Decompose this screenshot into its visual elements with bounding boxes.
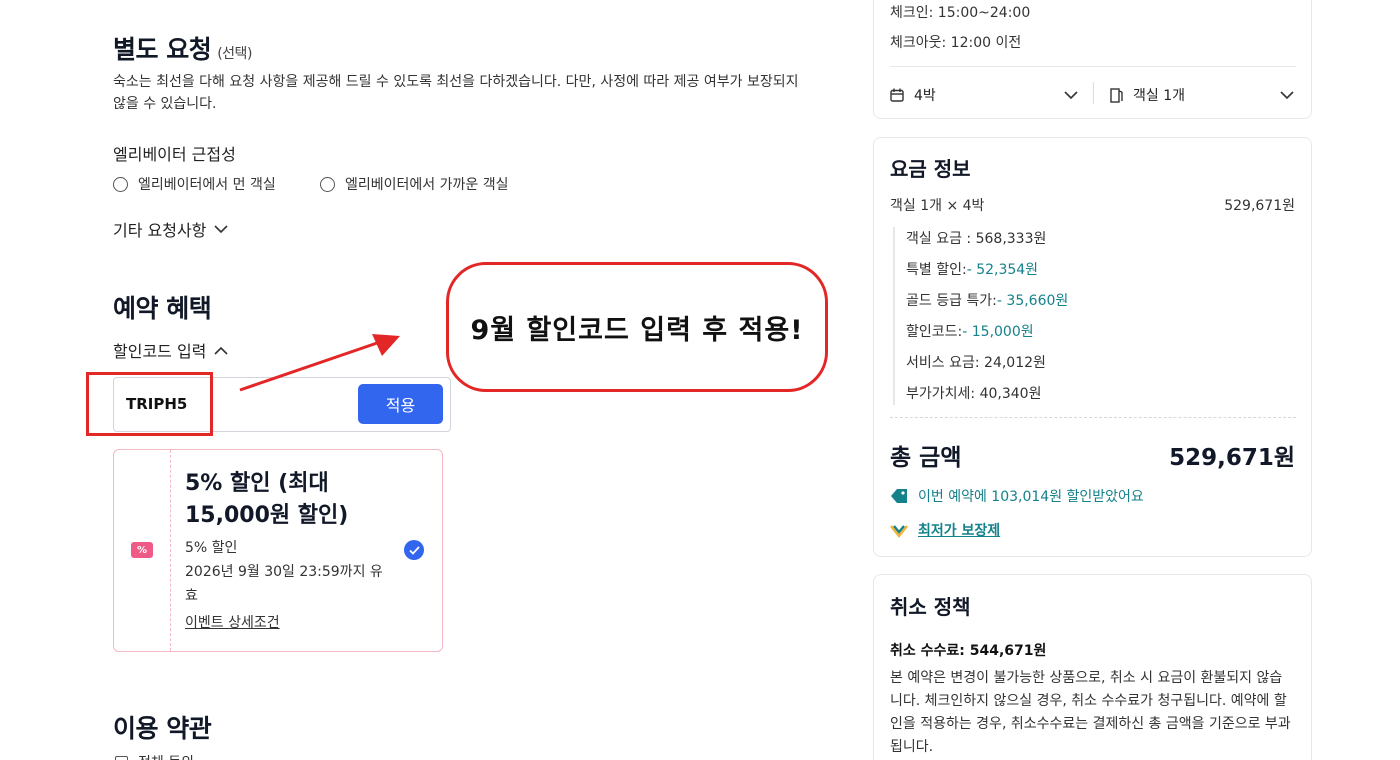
special-request-description: 숙소는 최선을 다해 요청 사항을 제공해 드릴 수 있도록 최선을 다하겠습니… [113,71,833,115]
cancellation-body-line-4: 됩니다. [890,739,934,755]
special-request-title: 별도 요청 (선택) [113,30,252,66]
tag-icon [891,489,907,503]
total-divider [890,417,1296,418]
room-rate-line: 객실 요금 : 568,333원 [906,228,1046,248]
service-fee-label: 서비스 요금: [906,355,985,371]
vat-label: 부가가치세: [906,386,980,402]
chevron-down-icon [1280,90,1294,99]
special-discount-label: 특별 할인: [906,262,967,278]
annotation-callout-text: 9월 할인코드 입력 후 적용! [470,314,804,346]
special-discount-line: 특별 할인:- 52,354원 [906,259,1038,279]
benefits-title: 예약 혜택 [113,294,212,323]
discount-code-toggle[interactable]: 할인코드 입력 [113,338,228,362]
gold-discount-value: - 35,660원 [996,293,1069,309]
radio-label: 엘리베이터에서 먼 객실 [138,177,276,193]
code-discount-value: - 15,000원 [962,324,1034,340]
coupon-details-link[interactable]: 이벤트 상세조건 [185,612,405,632]
price-summary-value: 529,671원 [1224,198,1295,214]
room-rate-label: 객실 요금 : [906,231,976,247]
rooms-value: 객실 1개 [1133,88,1185,104]
cancellation-body-line-2: 니다. 체크인하지 않으실 경우, 취소 수수료가 청구됩니다. 예약에 할 [890,693,1287,709]
coupon-divider [170,450,171,651]
special-request-title-text: 별도 요청 [113,35,212,64]
coupon-card[interactable]: % 5% 할인 (최대 15,000원 할인) 5% 할인 2026년 9월 3… [113,449,443,652]
vat-line: 부가가치세: 40,340원 [906,383,1041,403]
best-price-badge-icon [890,525,908,538]
savings-text: 이번 예약에 103,014원 할인받았어요 [918,489,1144,505]
checkin-time: 체크인: 15:00~24:00 [890,5,1031,21]
radio-label: 엘리베이터에서 가까운 객실 [345,177,509,193]
gold-discount-line: 골드 등급 특가:- 35,660원 [906,290,1068,310]
coupon-validity-line-1: 2026년 9월 30일 23:59까지 유 [185,564,383,580]
rooms-select[interactable]: 객실 1개 [1110,85,1294,105]
price-info-title: 요금 정보 [890,157,971,181]
elevator-heading: 엘리베이터 근접성 [113,145,236,164]
calendar-icon [890,88,904,102]
chevron-down-icon [1064,90,1078,99]
coupon-validity-line-2: 효 [185,588,198,604]
code-discount-label: 할인코드: [906,324,963,340]
other-requests-label: 기타 요청사항 [113,221,207,240]
checkout-time: 체크아웃: 12:00 이전 [890,35,1022,51]
radio-elevator-far[interactable]: 엘리베이터에서 먼 객실 [113,174,276,194]
room-rate-value: 568,333원 [975,231,1047,247]
annotation-callout: 9월 할인코드 입력 후 적용! [446,262,828,392]
description-line-1: 숙소는 최선을 다해 요청 사항을 제공해 드릴 수 있도록 최선을 다하겠습니… [113,74,799,90]
cancellation-body-line-1: 본 예약은 변경이 불가능한 상품으로, 취소 시 요금이 환불되지 않습 [890,670,1283,686]
total-value: 529,671원 [1169,445,1295,471]
select-divider [1093,82,1094,104]
service-fee-value: 24,012원 [984,355,1046,371]
annotation-arrow [239,334,400,392]
code-discount-line: 할인코드:- 15,000원 [906,321,1034,341]
description-line-2: 않을 수 있습니다. [113,96,217,112]
cancellation-title: 취소 정책 [890,595,971,619]
coupon-ticket-icon: % [131,542,153,558]
vat-value: 40,340원 [979,386,1042,402]
cancellation-fee: 취소 수수료: 544,671원 [890,643,1047,659]
savings-row: 이번 예약에 103,014원 할인받았어요 [890,486,1144,506]
other-requests-toggle[interactable]: 기타 요청사항 [113,217,228,241]
radio-elevator-near[interactable]: 엘리베이터에서 가까운 객실 [320,174,508,194]
coupon-selected-check-icon[interactable] [404,540,424,560]
total-label: 총 금액 [890,445,962,471]
coupon-content: 5% 할인 (최대 15,000원 할인) 5% 할인 2026년 9월 30일… [185,468,405,632]
special-discount-value: - 52,354원 [966,262,1039,278]
price-summary-label: 객실 1개 × 4박 [890,198,985,214]
terms-title: 이용 약관 [113,714,212,743]
best-price-link[interactable]: 최저가 보장제 [918,520,1000,540]
coupon-icon-text: % [136,544,148,556]
coupon-title-line-2: 15,000원 할인) [185,503,349,528]
cancellation-body-line-3: 인을 적용하는 경우, 취소수수료는 결제하신 총 금액을 기준으로 부과 [890,716,1291,732]
service-fee-line: 서비스 요금: 24,012원 [906,352,1046,372]
price-breakdown-bar [893,227,895,405]
radio-button[interactable] [113,176,128,192]
nights-value: 4박 [914,88,936,104]
optional-tag: (선택) [217,46,252,62]
coupon-title-line-1: 5% 할인 (최대 [185,471,329,496]
chevron-up-icon [214,346,228,355]
coupon-subtitle: 5% 할인 [185,540,238,556]
gold-discount-label: 골드 등급 특가: [906,293,997,309]
cancellation-body: 본 예약은 변경이 불가능한 상품으로, 취소 시 요금이 환불되지 않습 니다… [890,667,1300,759]
door-icon [1110,87,1123,103]
stay-divider [890,66,1296,67]
agree-all-label: 전체 동의 [138,752,194,760]
nights-select[interactable]: 4박 [890,85,1078,105]
chevron-down-icon [214,224,228,233]
agree-all-checkbox-row[interactable]: 전체 동의 [115,752,194,760]
check-icon [408,545,420,555]
agree-all-checkbox[interactable] [115,755,128,760]
radio-button[interactable] [320,176,335,192]
discount-code-toggle-label: 할인코드 입력 [113,342,207,361]
best-price-row[interactable]: 최저가 보장제 [890,520,1000,540]
code-highlight-frame [86,372,213,436]
